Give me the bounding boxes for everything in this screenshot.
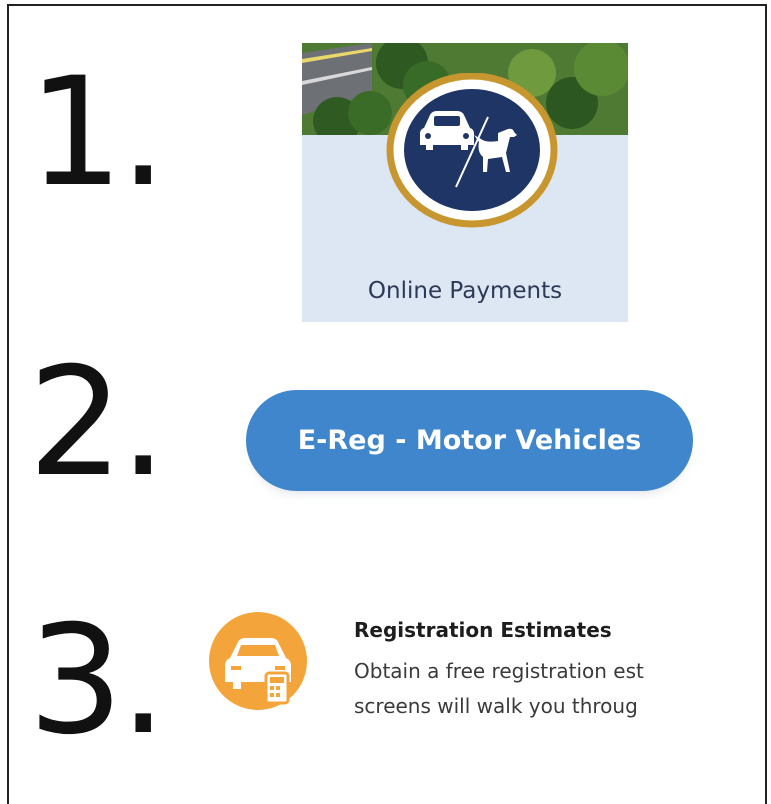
online-payments-label: Online Payments: [367, 278, 563, 304]
e-reg-motor-vehicles-button[interactable]: E-Reg - Motor Vehicles: [246, 390, 693, 491]
registration-estimates-line-1: Obtain a free registration est: [354, 659, 644, 683]
step-number-2: 2.: [28, 336, 167, 510]
step-number-1: 1.: [28, 46, 167, 220]
registration-estimates-line-2: screens will walk you throug: [354, 694, 638, 718]
registration-estimates-text: Registration Estimates Obtain a free reg…: [354, 618, 730, 724]
step-number-3: 3.: [28, 594, 167, 768]
registration-estimates-title[interactable]: Registration Estimates: [354, 618, 730, 642]
car-calculator-icon[interactable]: [208, 611, 308, 711]
payments-badge-icon: [386, 73, 558, 228]
